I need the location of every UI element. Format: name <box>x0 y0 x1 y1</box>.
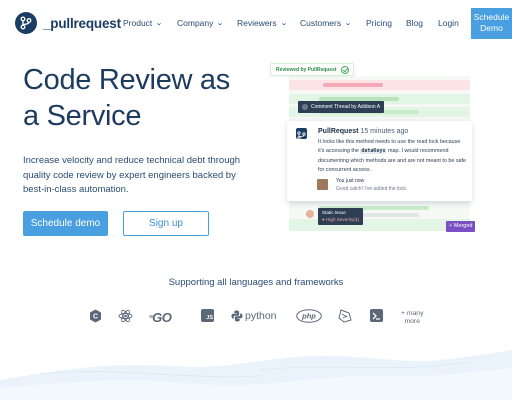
js-icon: JS <box>201 309 214 322</box>
check-circle-icon <box>340 65 349 74</box>
reply-text: Good catch! I've added the lock. <box>336 186 408 192</box>
schedule-demo-nav-button[interactable]: Schedule Demo <box>471 8 512 39</box>
branch-icon <box>15 12 37 34</box>
brand-name: _pullrequest <box>43 15 121 31</box>
nav-login[interactable]: Login <box>438 18 459 28</box>
added-line <box>289 219 470 231</box>
brand-logo[interactable]: _pullrequest <box>15 12 121 34</box>
chevron-down-icon: ⌄ <box>344 20 352 27</box>
nav-product[interactable]: Product ⌄ <box>123 18 164 28</box>
nav-pricing[interactable]: Pricing <box>366 18 392 28</box>
chevron-down-icon: ⌄ <box>216 20 225 27</box>
context-code <box>359 213 419 217</box>
nav-customers[interactable]: Customers ⌄ <box>300 18 352 28</box>
php-icon: php <box>296 309 322 323</box>
review-comment-card: PullRequest 15 minutes ago It locks like … <box>287 121 472 201</box>
go-icon: ≡ GO <box>149 310 172 325</box>
sign-up-button[interactable]: Sign up <box>123 211 209 236</box>
avatar <box>302 104 308 110</box>
reviewed-badge: Reviewed by PullRequest <box>270 63 354 76</box>
comment-text: It locks like this method needs to use t… <box>318 139 467 173</box>
chevron-down-icon: ⌄ <box>155 20 164 27</box>
nav-company[interactable]: Company ⌄ <box>177 18 225 28</box>
hero-title: Code Review as a Service <box>23 64 230 132</box>
comment-thread-header: Comment Thread by Addison A <box>298 101 385 113</box>
svg-text:C: C <box>93 314 98 321</box>
comment-author: PullRequest 15 minutes ago <box>318 128 409 135</box>
pullrequest-avatar <box>296 128 307 140</box>
more-languages: + many more <box>401 310 424 325</box>
nav-blog[interactable]: Blog <box>406 18 423 28</box>
merged-badge: ⑂ Merged <box>446 221 476 232</box>
static-issue-badge: Static Issue ● High Severity(3) <box>318 208 363 225</box>
schedule-demo-button[interactable]: Schedule demo <box>23 211 108 236</box>
kotlin-icon <box>370 309 383 322</box>
code-review-illustration: Reviewed by PullRequest Comment Thread b… <box>268 58 484 238</box>
c-icon: C <box>89 309 102 323</box>
top-nav: _pullrequest Product ⌄ Company ⌄ Reviewers… <box>0 0 512 46</box>
svg-text:php: php <box>301 312 316 321</box>
user-avatar <box>317 179 328 190</box>
removed-code <box>323 83 383 87</box>
languages-title: Supporting all languages and frameworks <box>168 277 344 288</box>
hero-subtitle: Increase velocity and reduce technical d… <box>23 155 241 195</box>
reply-author: You just now <box>336 178 365 184</box>
wave-background <box>0 350 512 400</box>
python-icon: python <box>231 310 277 322</box>
chevron-down-icon: ⌄ <box>279 20 288 27</box>
react-icon <box>118 309 133 323</box>
nav-reviewers[interactable]: Reviewers ⌄ <box>237 18 287 28</box>
swift-icon <box>338 309 352 323</box>
warning-icon <box>306 210 314 218</box>
